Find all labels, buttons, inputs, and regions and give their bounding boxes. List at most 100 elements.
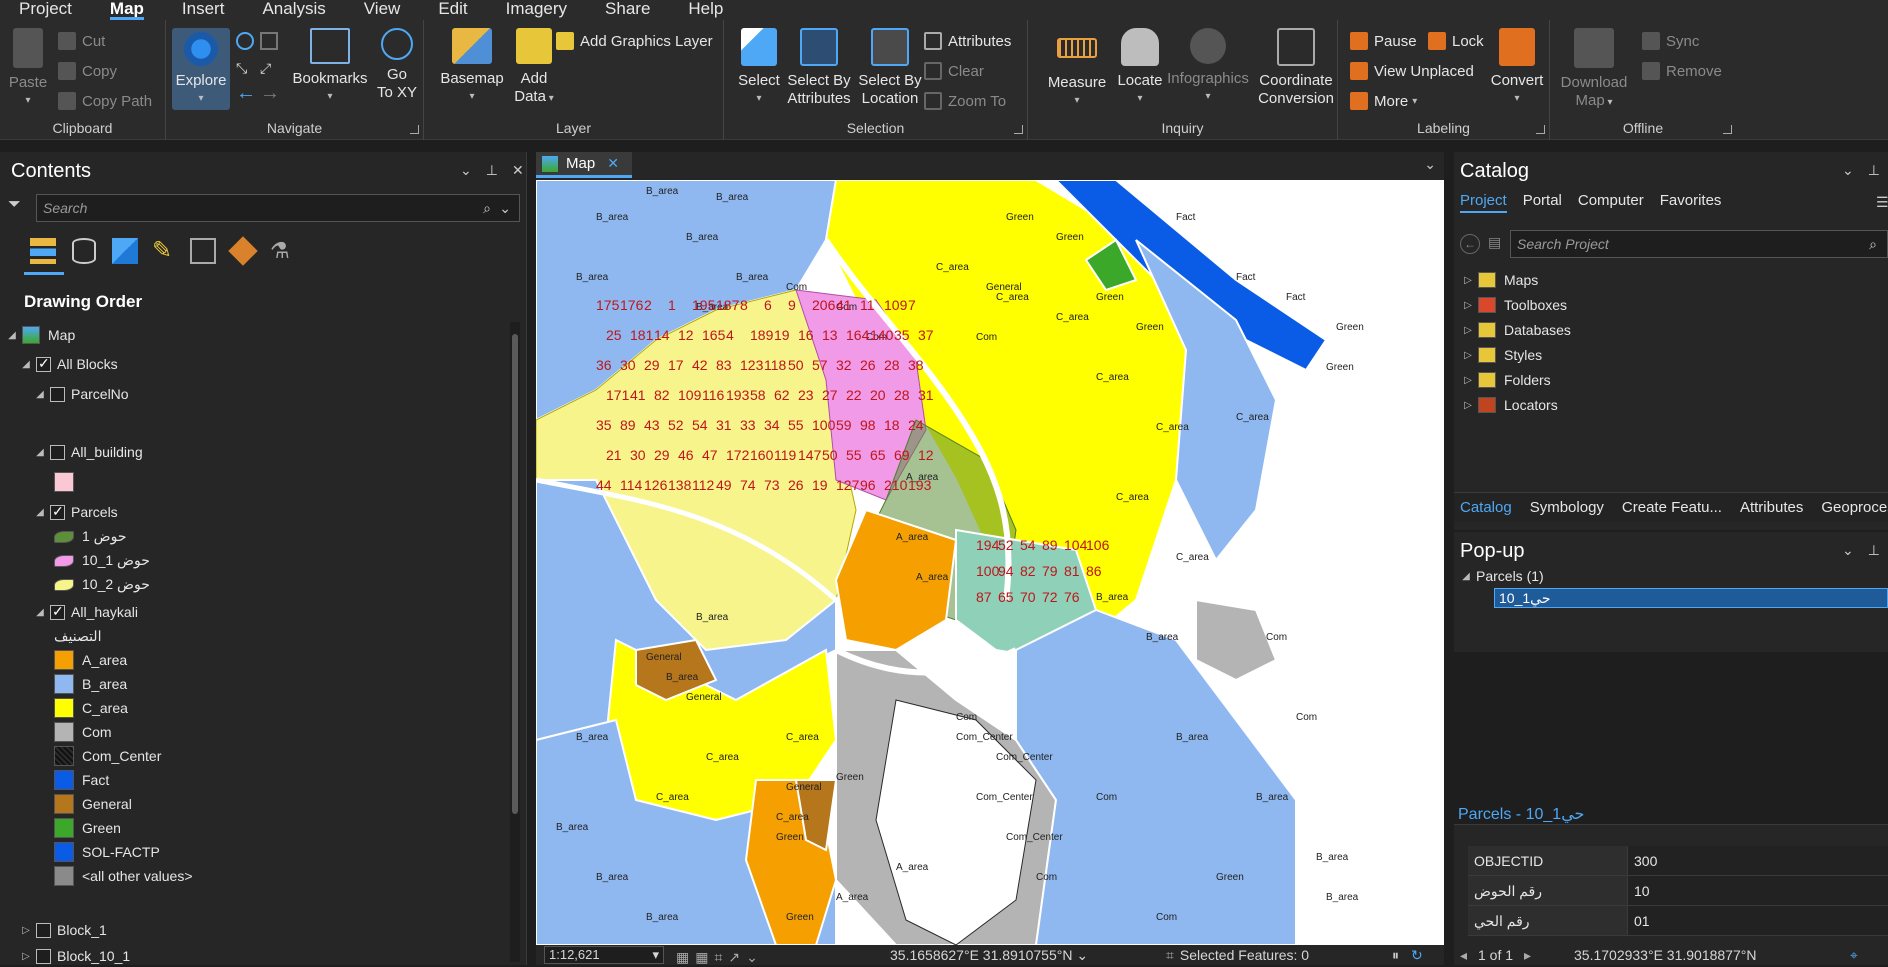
- map-node[interactable]: ◢ Map: [6, 326, 75, 344]
- search-icon[interactable]: ⌕: [1869, 231, 1877, 257]
- tab-map[interactable]: Map: [91, 0, 163, 20]
- attributes-button[interactable]: Attributes: [924, 30, 1011, 52]
- layer-block-1[interactable]: ▷ Block_1: [20, 922, 107, 938]
- map-view[interactable]: B_area B_area B_area B_area B_area B_area B_ar…: [536, 180, 1444, 945]
- catalog-item[interactable]: ▷ Locators: [1462, 397, 1558, 413]
- tab-computer[interactable]: Computer: [1578, 192, 1644, 213]
- expand-icon[interactable]: ▷: [20, 951, 32, 962]
- legend-item[interactable]: Com_Center: [54, 746, 161, 766]
- catalog-home-icon[interactable]: ▤: [1488, 234, 1502, 254]
- full-extent-icon[interactable]: [236, 32, 254, 50]
- layer-visibility-checkbox[interactable]: [50, 503, 65, 520]
- tab-attributes[interactable]: Attributes: [1740, 499, 1803, 516]
- zone-com-e[interactable]: [1195, 598, 1278, 682]
- chevron-down-icon[interactable]: ⌄: [1076, 947, 1088, 963]
- tab-insert[interactable]: Insert: [163, 0, 244, 20]
- remove-button[interactable]: Remove: [1642, 60, 1722, 82]
- building-symbol[interactable]: [54, 472, 82, 492]
- chevron-down-icon[interactable]: ⌄: [499, 195, 511, 221]
- next-feature-icon[interactable]: ▸: [1524, 945, 1531, 965]
- grid-icon[interactable]: ▦: [695, 947, 708, 967]
- tab-symbology[interactable]: Symbology: [1530, 499, 1604, 516]
- clear-selection-button[interactable]: Clear: [924, 60, 984, 82]
- copy-button[interactable]: Copy: [58, 60, 117, 82]
- tab-imagery[interactable]: Imagery: [487, 0, 586, 20]
- download-map-button[interactable]: Download Map ▾: [1554, 28, 1634, 112]
- north-arrow-icon[interactable]: ↗: [728, 947, 740, 967]
- pane-menu-icon[interactable]: ⌄: [1842, 162, 1854, 179]
- dialog-launcher-icon[interactable]: [410, 125, 419, 134]
- pane-menu-icon[interactable]: ⌄: [1842, 542, 1854, 559]
- layer-visibility-checkbox[interactable]: [50, 386, 65, 402]
- dialog-launcher-icon[interactable]: [1014, 125, 1023, 134]
- editing-icon[interactable]: ✎: [152, 238, 178, 264]
- zoom-to-feature-icon[interactable]: ⌖: [1850, 945, 1858, 965]
- tab-project[interactable]: Project: [1460, 192, 1507, 213]
- close-icon[interactable]: ✕: [512, 162, 524, 179]
- expand-icon[interactable]: ▷: [1462, 275, 1474, 286]
- coordinate-conversion-button[interactable]: Coordinate Conversion: [1254, 28, 1338, 108]
- layer-all-blocks[interactable]: ◢All Blocks: [20, 355, 118, 373]
- tab-view[interactable]: View: [345, 0, 420, 20]
- legend-item[interactable]: A_area: [54, 650, 127, 670]
- legend-item[interactable]: General: [54, 794, 132, 814]
- back-arrow-icon[interactable]: ←: [236, 83, 256, 103]
- zoom-to-selection-button[interactable]: Zoom To: [924, 90, 1006, 112]
- pause-drawing-icon[interactable]: ⏸: [1392, 945, 1399, 965]
- paste-button[interactable]: Paste ▾: [6, 28, 50, 110]
- collapse-icon[interactable]: ◢: [34, 607, 46, 618]
- legend-item[interactable]: B_area: [54, 674, 127, 694]
- filter-icon[interactable]: ⏷: [8, 196, 26, 214]
- tab-favorites[interactable]: Favorites: [1660, 192, 1722, 213]
- catalog-item[interactable]: ▷ Toolboxes: [1462, 297, 1567, 313]
- zoom-out-arrows-icon[interactable]: ⤢: [260, 60, 278, 78]
- pin-icon[interactable]: ⊥: [1868, 162, 1880, 179]
- tab-portal[interactable]: Portal: [1523, 192, 1562, 213]
- layer-visibility-checkbox[interactable]: [36, 922, 51, 938]
- copy-path-button[interactable]: Copy Path: [58, 90, 152, 112]
- map-canvas[interactable]: B_area B_area B_area B_area B_area B_area B_ar…: [536, 180, 1444, 945]
- catalog-search-input[interactable]: Search Project ⌕: [1510, 230, 1888, 258]
- collapse-icon[interactable]: ◢: [1460, 571, 1472, 582]
- catalog-menu-icon[interactable]: ☰: [1876, 194, 1888, 211]
- pause-labels-button[interactable]: Pause: [1350, 30, 1417, 52]
- collapse-icon[interactable]: ◢: [20, 359, 32, 370]
- chevron-down-icon[interactable]: ⌄: [746, 947, 758, 967]
- measure-button[interactable]: Measure ▾: [1046, 28, 1108, 110]
- dialog-launcher-icon[interactable]: [1536, 125, 1545, 134]
- search-icon[interactable]: ⌕: [483, 195, 491, 221]
- catalog-item[interactable]: ▷ Maps: [1462, 272, 1538, 288]
- map-view-tab[interactable]: Map ✕: [536, 152, 632, 178]
- cut-button[interactable]: Cut: [58, 30, 105, 52]
- tab-edit[interactable]: Edit: [419, 0, 486, 20]
- layer-all-building[interactable]: ◢ All_building: [34, 444, 142, 460]
- sync-button[interactable]: Sync: [1642, 30, 1699, 52]
- layer-parcels[interactable]: ◢Parcels: [34, 503, 118, 521]
- labeling-view-icon[interactable]: [228, 236, 258, 266]
- layer-block-10-1[interactable]: ▷ Block_10_1: [20, 948, 130, 964]
- scale-selector[interactable]: 1:12,621 ▾: [544, 946, 664, 964]
- lock-labels-button[interactable]: Lock: [1428, 30, 1484, 52]
- collapse-icon[interactable]: ◢: [34, 389, 46, 400]
- tab-catalog[interactable]: Catalog: [1460, 499, 1512, 516]
- legend-item[interactable]: Com: [54, 722, 112, 742]
- constraint-icon[interactable]: ⌗: [714, 947, 722, 967]
- pin-icon[interactable]: ⊥: [486, 162, 498, 179]
- back-icon[interactable]: ←: [1460, 234, 1480, 254]
- tab-create-features[interactable]: Create Featu...: [1622, 499, 1722, 516]
- close-tab-icon[interactable]: ✕: [607, 155, 619, 172]
- basemap-button[interactable]: Basemap ▾: [438, 28, 506, 106]
- go-to-xy-button[interactable]: Go To XY: [372, 28, 422, 102]
- refresh-icon[interactable]: ↻: [1411, 945, 1423, 965]
- layer-visibility-checkbox[interactable]: [50, 444, 65, 460]
- bookmarks-button[interactable]: Bookmarks ▾: [288, 28, 372, 106]
- select-by-attributes-button[interactable]: Select By Attributes: [784, 28, 854, 108]
- expand-icon[interactable]: ▷: [1462, 300, 1474, 311]
- contents-search-input[interactable]: Search ⌕ ⌄: [36, 194, 520, 222]
- forward-arrow-icon[interactable]: →: [260, 83, 280, 103]
- legend-item[interactable]: Green: [54, 818, 121, 838]
- legend-item[interactable]: C_area: [54, 698, 128, 718]
- collapse-icon[interactable]: ◢: [6, 330, 18, 341]
- expand-icon[interactable]: ▷: [1462, 325, 1474, 336]
- catalog-item[interactable]: ▷ Folders: [1462, 372, 1551, 388]
